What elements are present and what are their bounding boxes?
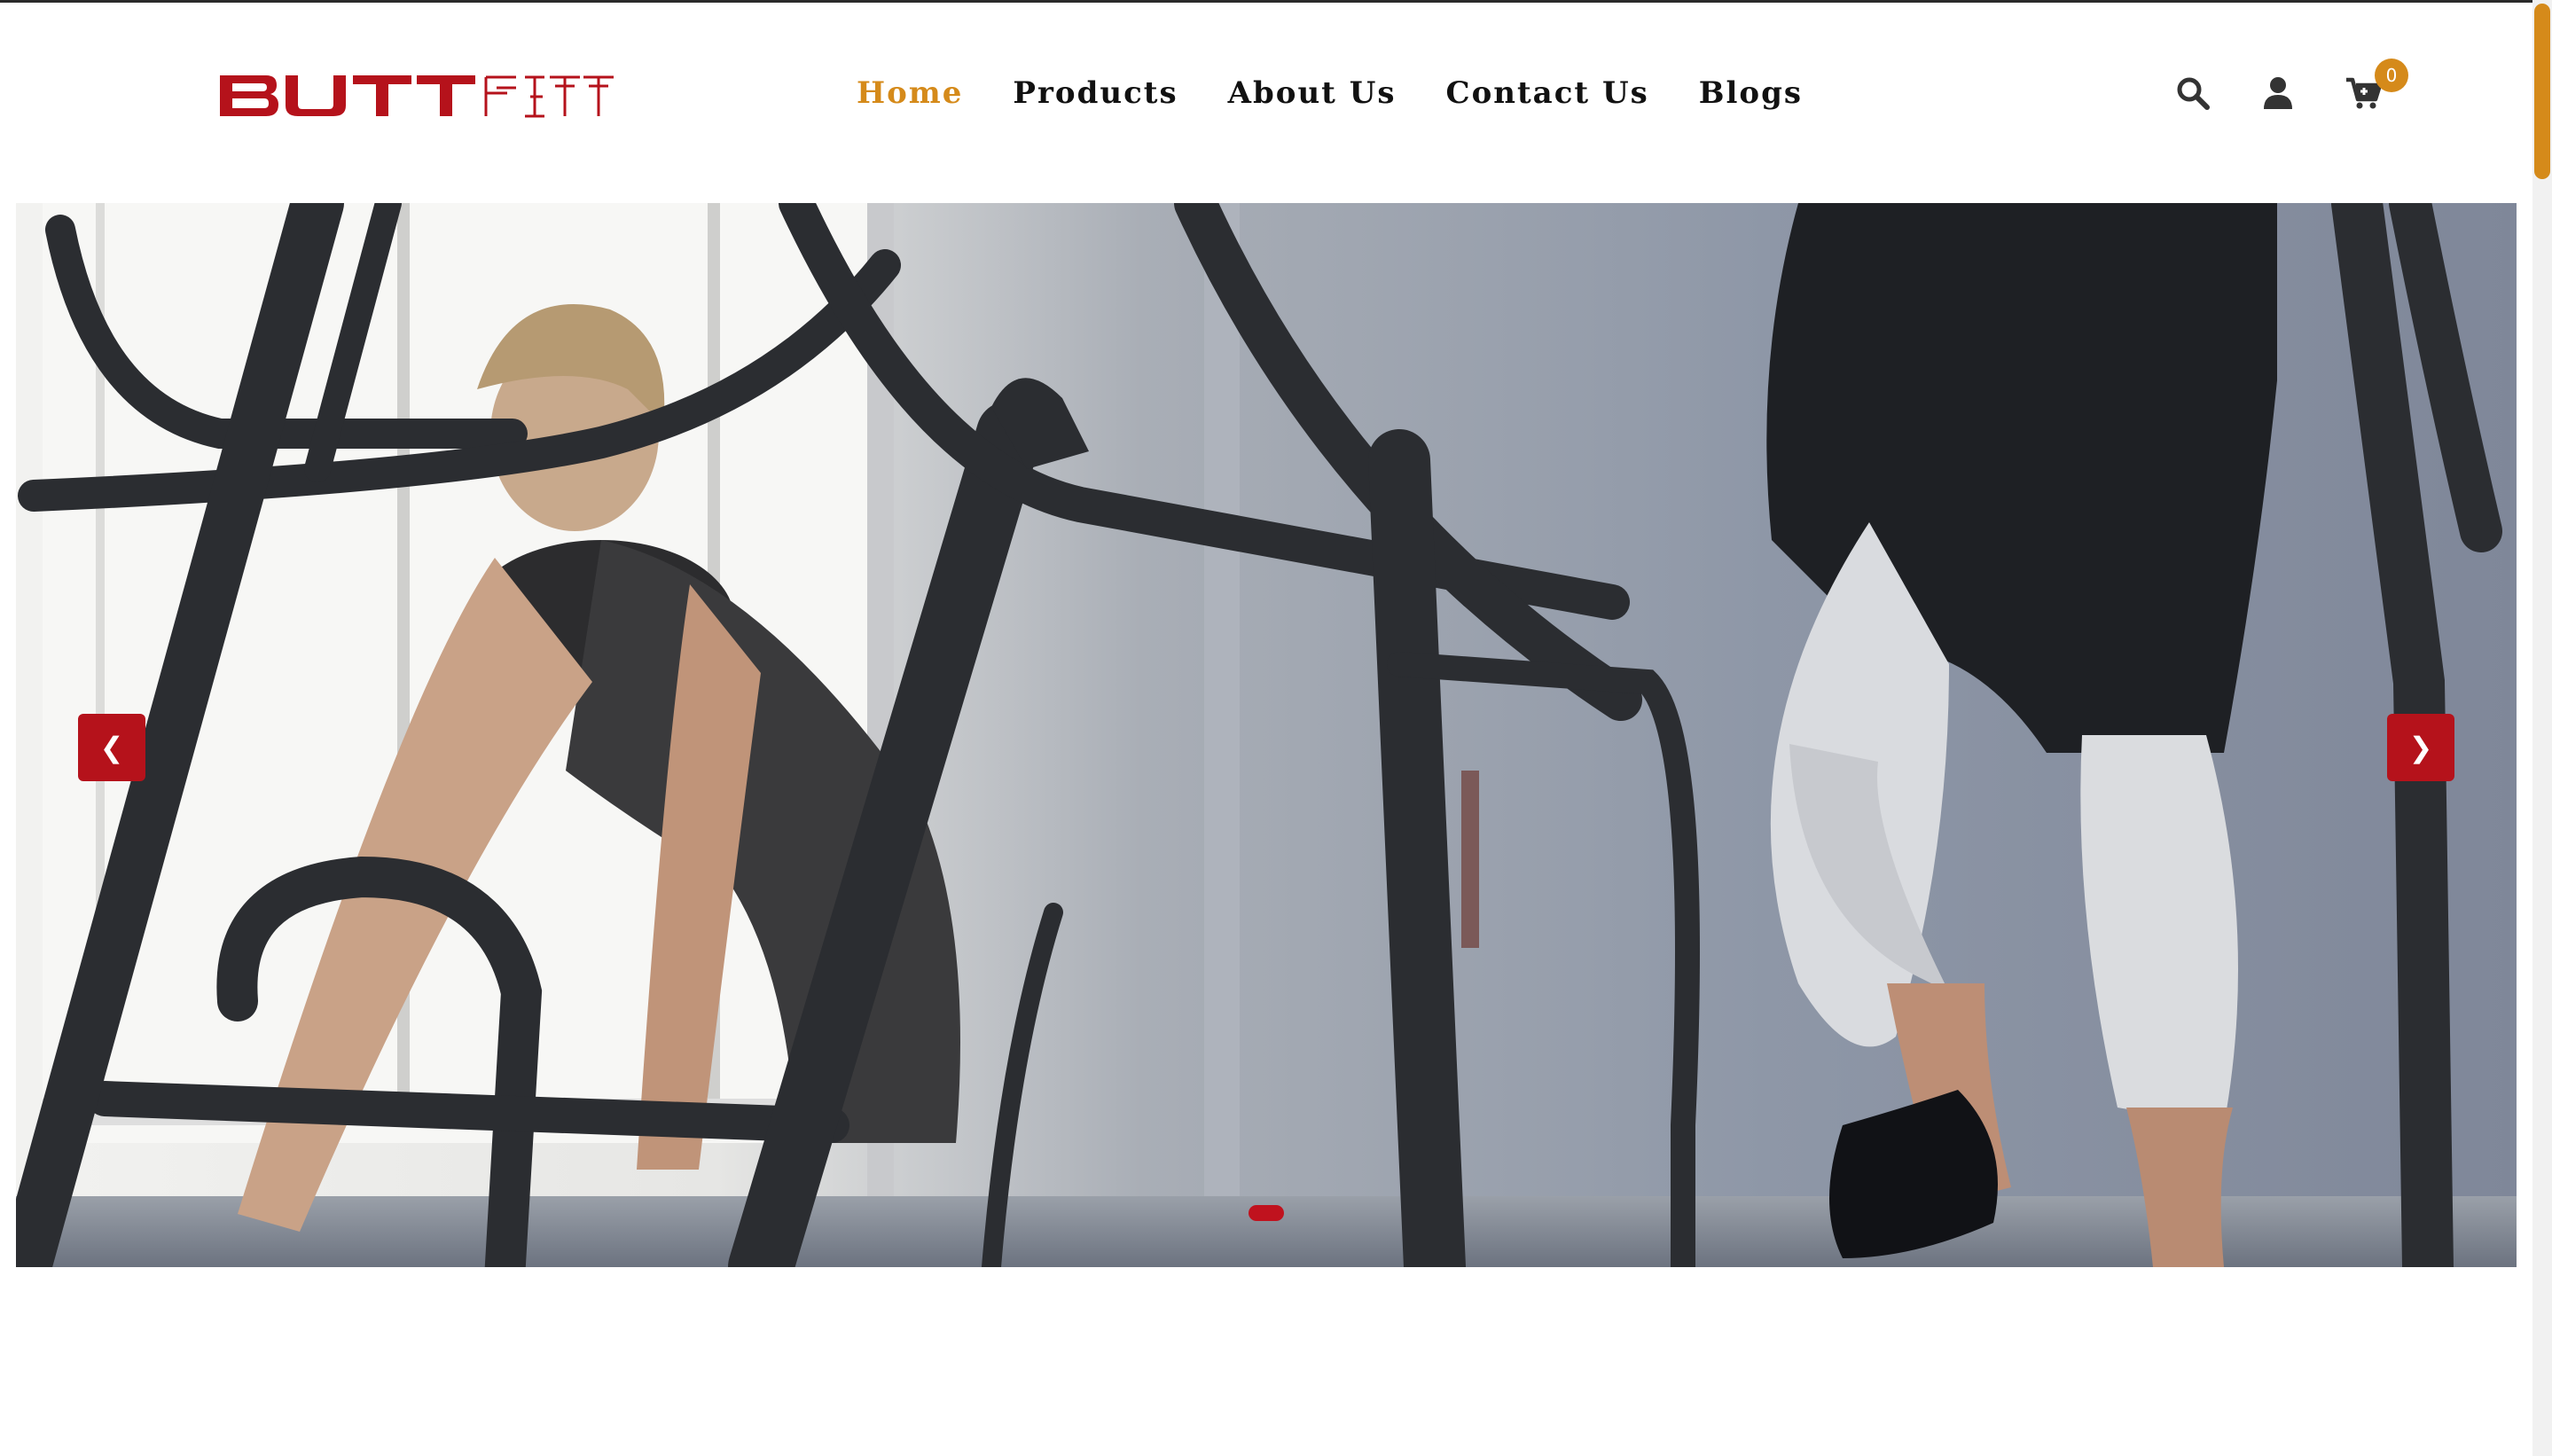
hero-slider: ❮ ❯ bbox=[16, 203, 2517, 1267]
nav-blogs[interactable]: Blogs bbox=[1699, 75, 1803, 111]
cart-count-badge: 0 bbox=[2375, 59, 2408, 92]
scrollbar-thumb[interactable] bbox=[2534, 4, 2550, 179]
nav-contact-us[interactable]: Contact Us bbox=[1446, 75, 1649, 111]
main-nav: Home Products About Us Contact Us Blogs bbox=[857, 67, 1803, 120]
nav-home[interactable]: Home bbox=[857, 75, 963, 111]
nav-products[interactable]: Products bbox=[1013, 75, 1178, 111]
account-button[interactable] bbox=[2256, 71, 2300, 115]
slider-prev-button[interactable]: ❮ bbox=[78, 714, 145, 781]
search-button[interactable] bbox=[2171, 71, 2215, 115]
cart-button[interactable]: 0 bbox=[2341, 59, 2408, 115]
site-logo[interactable] bbox=[220, 67, 615, 121]
page-scrollbar[interactable] bbox=[2532, 0, 2552, 1456]
hero-image bbox=[16, 203, 2517, 1267]
slider-next-button[interactable]: ❯ bbox=[2387, 714, 2454, 781]
slider-dot-active[interactable] bbox=[1249, 1205, 1284, 1221]
search-icon bbox=[2177, 77, 2210, 110]
header-icons: 0 bbox=[2171, 59, 2408, 120]
slider-dots bbox=[1249, 1205, 1284, 1221]
nav-about-us[interactable]: About Us bbox=[1228, 75, 1397, 111]
logo-wordmark bbox=[220, 75, 614, 118]
site-header: Home Products About Us Contact Us Blogs bbox=[0, 3, 2536, 203]
user-icon bbox=[2264, 77, 2292, 109]
